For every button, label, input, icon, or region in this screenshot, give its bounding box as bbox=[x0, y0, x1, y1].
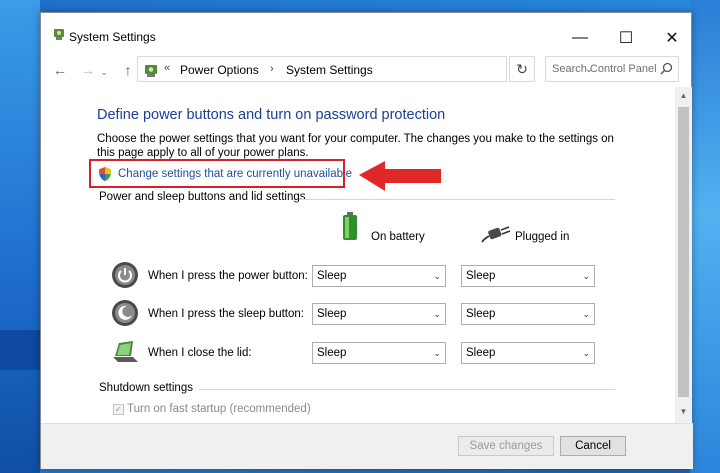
power-section-title: Power and sleep buttons and lid settings bbox=[99, 191, 306, 203]
shutdown-section-title: Shutdown settings bbox=[99, 382, 193, 394]
section-divider bbox=[199, 389, 615, 390]
breadcrumb-separator[interactable]: › bbox=[270, 63, 274, 75]
sleep-button-icon bbox=[112, 300, 138, 326]
scroll-thumb[interactable] bbox=[678, 107, 689, 397]
chevron-down-icon: ⌄ bbox=[582, 271, 590, 281]
up-button[interactable]: ↑ bbox=[119, 62, 137, 78]
forward-button[interactable]: → bbox=[79, 62, 97, 78]
sleep-button-plugged-select[interactable]: Sleep ⌄ bbox=[461, 303, 595, 325]
dialog-footer: Save changes Cancel bbox=[41, 423, 693, 469]
main-content: Define power buttons and turn on passwor… bbox=[41, 87, 675, 423]
search-box[interactable] bbox=[545, 56, 679, 82]
select-value: Sleep bbox=[317, 347, 347, 359]
plug-icon bbox=[481, 226, 511, 243]
close-lid-label: When I close the lid: bbox=[148, 347, 252, 359]
scroll-down-arrow[interactable]: ▼ bbox=[675, 405, 692, 419]
fast-startup-label: Turn on fast startup (recommended) bbox=[127, 403, 311, 415]
close-lid-battery-select[interactable]: Sleep ⌄ bbox=[312, 342, 446, 364]
cancel-button[interactable]: Cancel bbox=[560, 436, 626, 456]
scroll-up-arrow[interactable]: ▲ bbox=[675, 89, 692, 103]
save-changes-button[interactable]: Save changes bbox=[458, 436, 554, 456]
highlight-box bbox=[89, 159, 345, 188]
select-value: Sleep bbox=[466, 308, 496, 320]
close-button[interactable]: ✕ bbox=[649, 23, 695, 53]
breadcrumb-overflow[interactable]: « bbox=[164, 62, 170, 74]
back-button[interactable]: ← bbox=[51, 62, 69, 78]
power-options-icon bbox=[54, 29, 64, 40]
battery-icon bbox=[343, 212, 357, 240]
on-battery-header: On battery bbox=[371, 231, 425, 243]
minimize-button[interactable]: — bbox=[557, 23, 603, 53]
power-button-label: When I press the power button: bbox=[148, 270, 308, 282]
section-divider bbox=[299, 199, 615, 200]
breadcrumb-system-settings[interactable]: System Settings bbox=[286, 63, 373, 77]
red-arrow-annotation bbox=[359, 161, 441, 191]
chevron-down-icon: ⌄ bbox=[582, 348, 590, 358]
system-settings-window: System Settings — ☐ ✕ ← → ⌄ ↑ « Power Op… bbox=[40, 12, 693, 469]
refresh-button[interactable]: ↻ bbox=[509, 56, 535, 82]
maximize-button[interactable]: ☐ bbox=[603, 23, 649, 53]
page-title: Define power buttons and turn on passwor… bbox=[97, 107, 446, 123]
window-title: System Settings bbox=[69, 30, 156, 44]
chevron-down-icon: ⌄ bbox=[433, 309, 441, 319]
title-bar[interactable]: System Settings — ☐ ✕ bbox=[41, 13, 691, 53]
vertical-scrollbar[interactable]: ▲ ▼ bbox=[675, 87, 692, 423]
recent-locations-button[interactable]: ⌄ bbox=[99, 64, 109, 80]
plugged-in-header: Plugged in bbox=[515, 231, 570, 243]
breadcrumb[interactable]: « Power Options › System Settings ⌄ bbox=[137, 56, 593, 82]
select-value: Sleep bbox=[466, 347, 496, 359]
power-button-icon bbox=[112, 262, 138, 288]
chevron-down-icon: ⌄ bbox=[582, 309, 590, 319]
select-value: Sleep bbox=[317, 308, 347, 320]
sleep-button-battery-select[interactable]: Sleep ⌄ bbox=[312, 303, 446, 325]
breadcrumb-power-options[interactable]: Power Options bbox=[180, 63, 259, 77]
close-lid-plugged-select[interactable]: Sleep ⌄ bbox=[461, 342, 595, 364]
select-value: Sleep bbox=[317, 270, 347, 282]
select-value: Sleep bbox=[466, 270, 496, 282]
laptop-lid-icon bbox=[113, 341, 138, 362]
chevron-down-icon: ⌄ bbox=[433, 348, 441, 358]
power-button-plugged-select[interactable]: Sleep ⌄ bbox=[461, 265, 595, 287]
desktop-band bbox=[0, 330, 40, 370]
address-bar: ← → ⌄ ↑ « Power Options › System Setting… bbox=[41, 53, 693, 87]
power-button-battery-select[interactable]: Sleep ⌄ bbox=[312, 265, 446, 287]
desktop-background-left bbox=[0, 0, 40, 473]
desktop-background-right bbox=[690, 0, 720, 473]
search-input[interactable] bbox=[546, 57, 656, 81]
fast-startup-checkbox[interactable]: ✓ bbox=[113, 404, 124, 415]
power-options-icon bbox=[145, 65, 157, 77]
sleep-button-label: When I press the sleep button: bbox=[148, 308, 304, 320]
chevron-down-icon: ⌄ bbox=[433, 271, 441, 281]
search-icon[interactable] bbox=[658, 61, 674, 77]
page-description: Choose the power settings that you want … bbox=[97, 133, 614, 159]
